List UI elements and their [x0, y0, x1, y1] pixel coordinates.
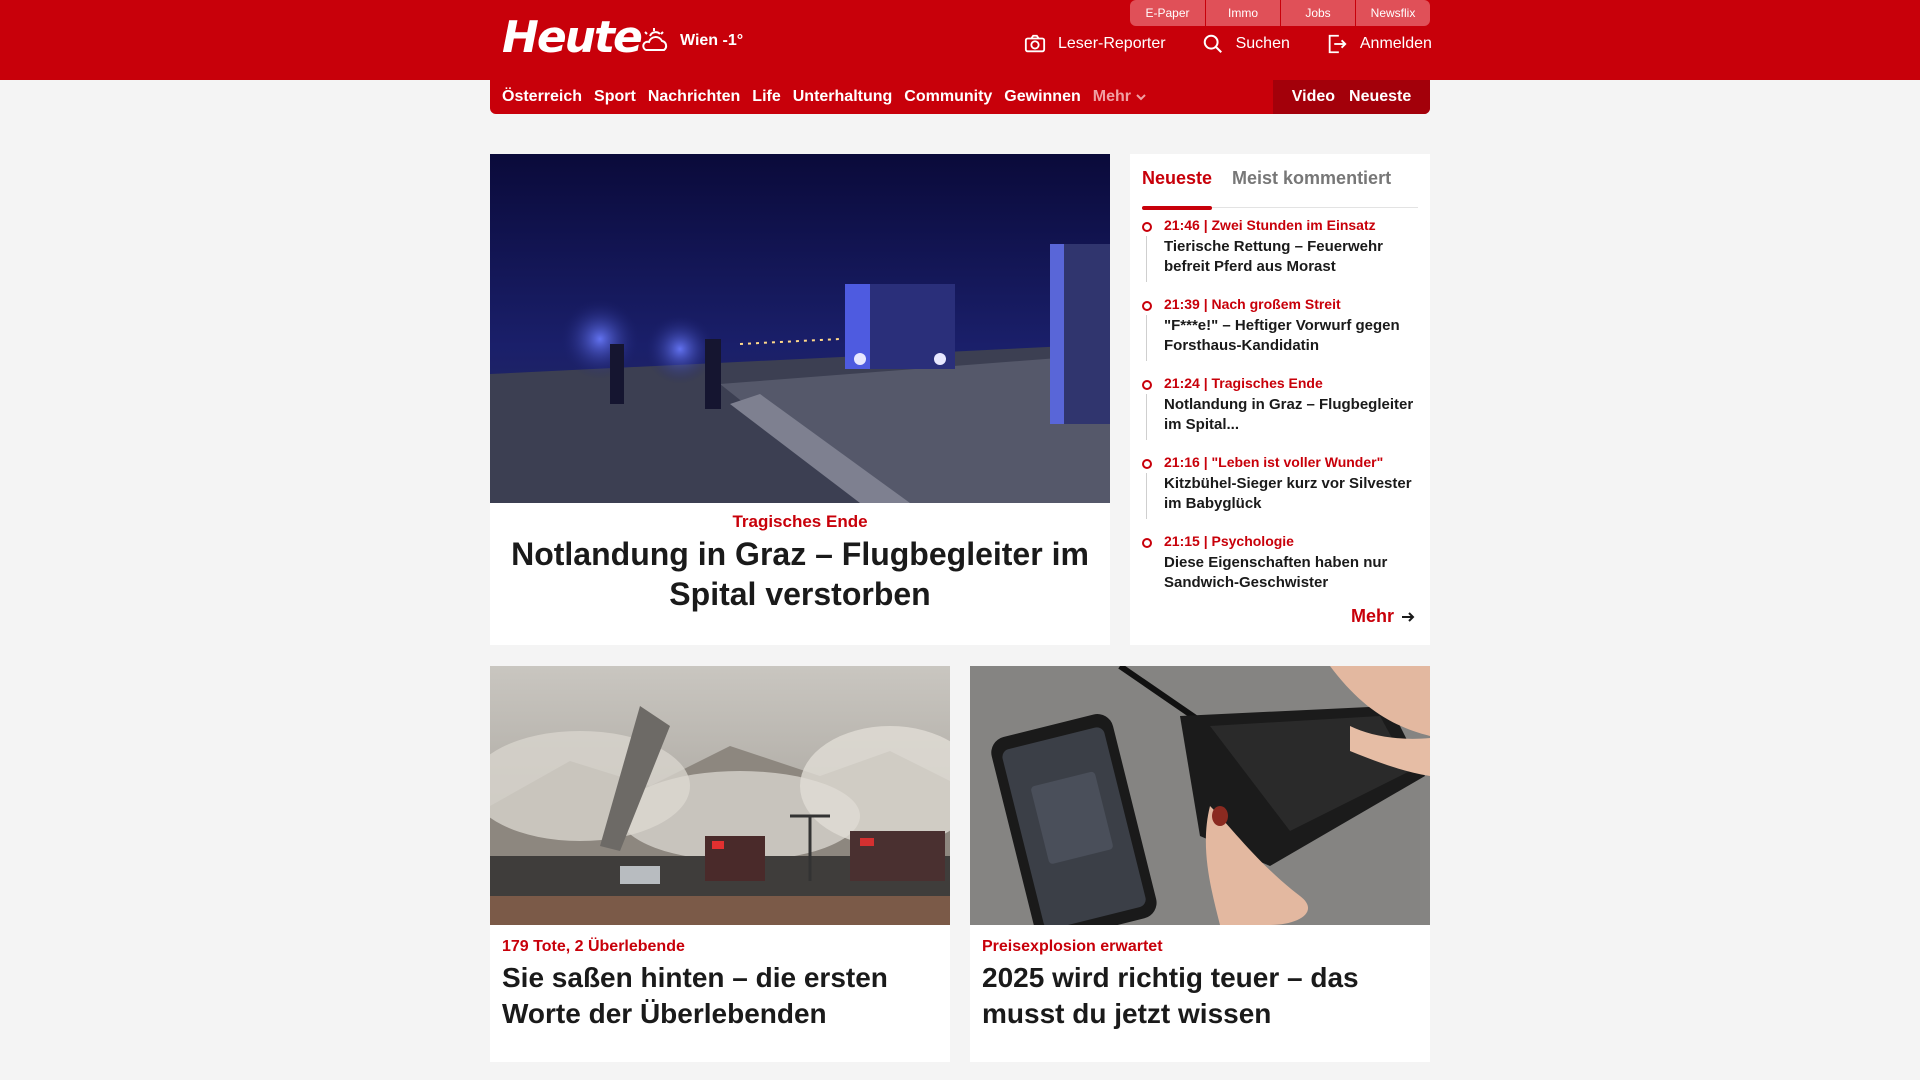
article-card-title[interactable]: 2025 wird richtig teuer – das musst du j… — [982, 960, 1418, 1032]
arrow-right-icon — [1402, 611, 1415, 622]
feed-item[interactable]: 21:16 | "Leben ist voller Wunder" Kitzbü… — [1142, 453, 1422, 532]
search-button[interactable]: Suchen — [1202, 33, 1290, 55]
weather-widget[interactable]: Wien -1° — [640, 28, 743, 54]
hero-image[interactable] — [490, 154, 1110, 503]
login-label: Anmelden — [1359, 35, 1432, 52]
heute-logo[interactable]: Heute — [502, 12, 643, 63]
timeline-dot-icon — [1142, 538, 1152, 548]
header-actions: Leser-Reporter Suchen Anmelden — [1024, 33, 1432, 55]
nav-item-gewinnen[interactable]: Gewinnen — [1004, 88, 1080, 106]
leser-reporter-button[interactable]: Leser-Reporter — [1024, 33, 1166, 55]
login-button[interactable]: Anmelden — [1326, 33, 1432, 55]
feed-item-meta: 21:46 | Zwei Stunden im Einsatz — [1164, 217, 1376, 233]
article-card-kicker: 179 Tote, 2 Überlebende — [502, 938, 685, 955]
chevron-down-icon — [1136, 94, 1146, 101]
search-icon — [1203, 34, 1222, 53]
leser-reporter-label: Leser-Reporter — [1058, 35, 1166, 52]
login-icon — [1328, 34, 1347, 54]
nav-right-group: Video Neueste — [1273, 80, 1430, 114]
article-card-image[interactable] — [490, 666, 950, 925]
feed-item-meta: 21:24 | Tragisches Ende — [1164, 375, 1323, 391]
sidebar-tabs: Neueste Meist kommentiert — [1142, 164, 1418, 210]
service-tab-jobs[interactable]: Jobs — [1280, 0, 1355, 26]
nav-item-sport[interactable]: Sport — [594, 88, 636, 106]
hero-article[interactable]: Tragisches Ende Notlandung in Graz – Flu… — [490, 154, 1110, 645]
nav-more-label: Mehr — [1092, 88, 1131, 105]
feed-item-meta: 21:16 | "Leben ist voller Wunder" — [1164, 454, 1384, 470]
nav-item-life[interactable]: Life — [752, 88, 780, 106]
article-card-image[interactable] — [970, 666, 1430, 925]
timeline-dot-icon — [1142, 301, 1152, 311]
hero-kicker: Tragisches Ende — [732, 512, 868, 531]
nav-item-community[interactable]: Community — [904, 88, 992, 106]
feed-item[interactable]: 21:24 | Tragisches Ende Notlandung in Gr… — [1142, 374, 1422, 453]
timeline-dot-icon — [1142, 459, 1152, 469]
news-feed: 21:46 | Zwei Stunden im Einsatz Tierisch… — [1142, 216, 1422, 611]
hero-title[interactable]: Notlandung in Graz – Flugbegleiter im Sp… — [510, 534, 1090, 614]
nav-item-nachrichten[interactable]: Nachrichten — [648, 88, 740, 106]
nav-item-unterhaltung[interactable]: Unterhaltung — [793, 88, 893, 106]
article-card[interactable]: 179 Tote, 2 Überlebende Sie saßen hinten… — [490, 666, 950, 1062]
feed-item-title[interactable]: Notlandung in Graz – Flugbegleiter im Sp… — [1164, 395, 1422, 435]
timeline-dot-icon — [1142, 380, 1152, 390]
service-tab-immo[interactable]: Immo — [1205, 0, 1280, 26]
feed-item[interactable]: 21:39 | Nach großem Streit "F***e!" – He… — [1142, 295, 1422, 374]
article-card[interactable]: Preisexplosion erwartet 2025 wird richti… — [970, 666, 1430, 1062]
service-tab-newsflix[interactable]: Newsflix — [1355, 0, 1430, 26]
top-header: Heute Wien -1° E-Paper Immo Jobs Newsfli… — [0, 0, 1920, 80]
partly-cloudy-icon — [642, 28, 668, 51]
tab-meist-kommentiert[interactable]: Meist kommentiert — [1232, 164, 1391, 208]
article-card-kicker: Preisexplosion erwartet — [982, 938, 1163, 955]
feed-item-title[interactable]: Diese Eigenschaften haben nur Sandwich-G… — [1164, 553, 1422, 593]
latest-news-sidebar: Neueste Meist kommentiert 21:46 | Zwei S… — [1130, 154, 1430, 645]
article-card-title[interactable]: Sie saßen hinten – die ersten Worte der … — [502, 960, 938, 1032]
nav-item-neueste[interactable]: Neueste — [1349, 88, 1411, 106]
feed-item[interactable]: 21:46 | Zwei Stunden im Einsatz Tierisch… — [1142, 216, 1422, 295]
sidebar-more-label: Mehr — [1350, 606, 1394, 626]
feed-item-meta: 21:39 | Nach großem Streit — [1164, 296, 1341, 312]
timeline-line — [1146, 473, 1147, 519]
nav-item-oesterreich[interactable]: Österreich — [502, 88, 582, 106]
tab-neueste[interactable]: Neueste — [1142, 164, 1213, 210]
timeline-line — [1146, 236, 1147, 282]
main-nav: Österreich Sport Nachrichten Life Unterh… — [490, 80, 1430, 114]
nav-item-video[interactable]: Video — [1292, 88, 1335, 106]
nav-more-dropdown[interactable]: Mehr — [1093, 88, 1147, 106]
camera-icon — [1024, 34, 1046, 53]
feed-item-title[interactable]: Tierische Rettung – Feuerwehr befreit Pf… — [1164, 237, 1422, 277]
feed-item-title[interactable]: Kitzbühel-Sieger kurz vor Silvester im B… — [1164, 474, 1422, 514]
feed-item-meta: 21:15 | Psychologie — [1164, 533, 1294, 549]
timeline-line — [1146, 394, 1147, 440]
service-tabs: E-Paper Immo Jobs Newsflix — [1130, 0, 1430, 26]
timeline-line — [1146, 315, 1147, 361]
feed-item-title[interactable]: "F***e!" – Heftiger Vorwurf gegen Forsth… — [1164, 316, 1422, 356]
weather-label: Wien -1° — [680, 32, 744, 49]
feed-item[interactable]: 21:15 | Psychologie Diese Eigenschaften … — [1142, 532, 1422, 611]
service-tab-epaper[interactable]: E-Paper — [1130, 0, 1205, 26]
search-label: Suchen — [1235, 35, 1290, 52]
sidebar-more-link[interactable]: Mehr — [1351, 606, 1416, 627]
timeline-dot-icon — [1142, 222, 1152, 232]
